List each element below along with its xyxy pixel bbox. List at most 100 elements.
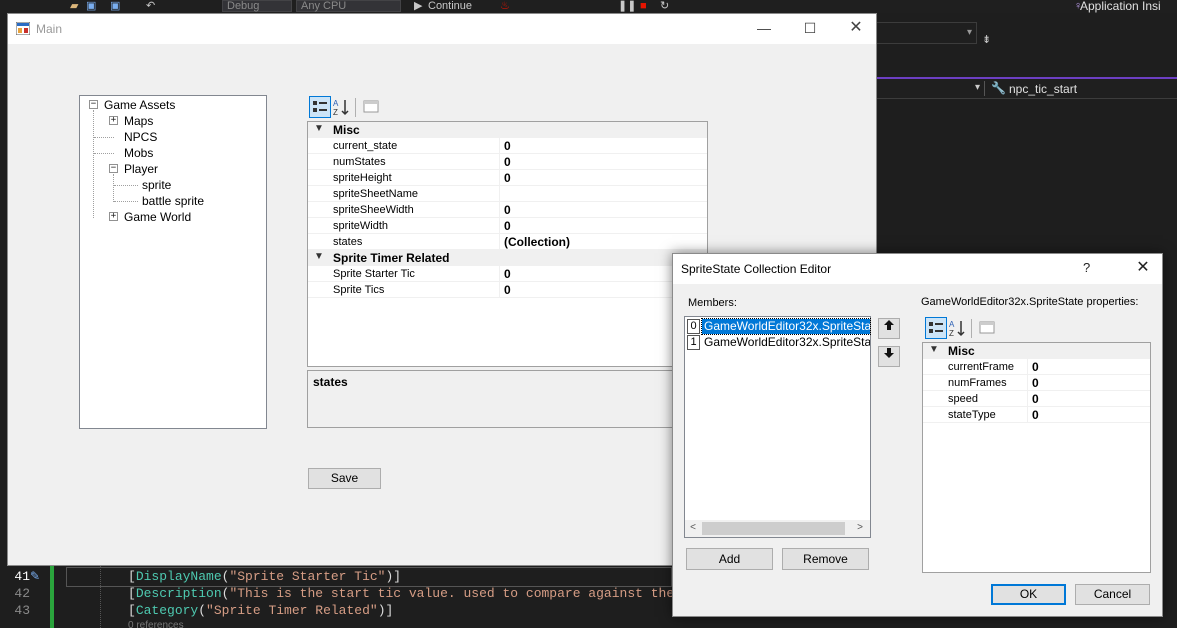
move-up-button[interactable] <box>878 318 900 339</box>
save-all-icon[interactable]: ▣ <box>110 0 120 12</box>
categorized-icon[interactable] <box>309 96 331 118</box>
indent-guide <box>100 566 101 628</box>
app-icon <box>16 22 30 35</box>
cancel-button[interactable]: Cancel <box>1075 584 1150 605</box>
pause-icon[interactable]: ❚❚ <box>618 0 636 12</box>
alphabetical-icon[interactable]: AZ <box>947 317 969 339</box>
tree-guide <box>94 153 114 154</box>
scroll-left-icon[interactable]: < <box>686 522 700 533</box>
close-icon[interactable]: ✕ <box>833 14 879 44</box>
chevron-down-icon[interactable]: ▾ <box>975 82 980 93</box>
continue-label[interactable]: Continue <box>428 0 472 12</box>
property-pages-icon[interactable] <box>976 317 998 339</box>
dialog-titlebar[interactable]: SpriteState Collection Editor ? ✕ <box>673 254 1162 284</box>
maximize-icon[interactable]: ☐ <box>787 14 833 44</box>
property-row[interactable]: currentFrame 0 <box>923 359 1150 375</box>
remove-button[interactable]: Remove <box>782 548 869 570</box>
tree-guide <box>114 201 138 202</box>
property-row[interactable]: Sprite Tics 0 <box>308 282 707 298</box>
app-insights-label[interactable]: Application Insi <box>1080 0 1161 13</box>
property-row[interactable]: spriteHeight 0 <box>308 170 707 186</box>
scroll-thumb[interactable] <box>702 522 845 535</box>
change-indicator <box>50 566 54 628</box>
categorized-icon[interactable] <box>925 317 947 339</box>
svg-text:Z: Z <box>333 108 338 117</box>
move-down-button[interactable] <box>878 346 900 367</box>
property-row[interactable]: stateType 0 <box>923 407 1150 423</box>
svg-text:A: A <box>949 320 955 329</box>
ide-navigation-bar: ▾ 🔧 npc_tic_start <box>877 79 1177 99</box>
save-icon[interactable]: ▣ <box>86 0 96 12</box>
ide-right-combo[interactable]: ▾ <box>877 22 977 44</box>
property-row[interactable]: numFrames 0 <box>923 375 1150 391</box>
property-row[interactable]: speed 0 <box>923 391 1150 407</box>
member-item[interactable]: 1 GameWorldEditor32x.SpriteState <box>687 335 870 350</box>
horizontal-scrollbar[interactable]: < > <box>685 520 870 537</box>
members-list[interactable]: 0 GameWorldEditor32x.SpriteState 1 GameW… <box>684 316 871 538</box>
property-row-states[interactable]: states (Collection) <box>308 234 707 250</box>
pencil-icon[interactable]: ✎ <box>30 569 40 583</box>
expand-icon[interactable]: + <box>109 212 118 221</box>
config-combo[interactable]: Debug <box>222 0 292 12</box>
arrow-up-icon <box>884 320 894 330</box>
platform-combo[interactable]: Any CPU <box>296 0 401 12</box>
dialog-title: SpriteState Collection Editor <box>681 262 832 276</box>
dialog-property-grid[interactable]: ▼ Misc currentFrame 0 numFrames 0 speed 0 s… <box>922 342 1151 573</box>
code-text[interactable]: [Category("Sprite Timer Related")] <box>128 603 393 618</box>
stop-icon[interactable]: ■ <box>640 0 647 12</box>
chevron-down-icon[interactable]: ▼ <box>314 123 324 134</box>
code-text[interactable]: [Description("This is the start tic valu… <box>128 586 674 601</box>
category-misc[interactable]: ▼ Misc <box>923 343 1150 359</box>
alphabetical-icon[interactable]: AZ <box>331 96 353 118</box>
dialog-property-toolbar: AZ <box>923 317 1003 339</box>
svg-text:Z: Z <box>949 329 954 338</box>
nav-member-label[interactable]: npc_tic_start <box>1009 82 1077 96</box>
member-index: 1 <box>687 335 700 350</box>
svg-text:A: A <box>333 99 339 108</box>
expand-icon[interactable]: + <box>109 116 118 125</box>
undo-icon[interactable]: ↶ <box>146 0 155 12</box>
member-item[interactable]: 0 GameWorldEditor32x.SpriteState <box>687 318 871 335</box>
property-grid[interactable]: ▼ Misc current_state 0 numStates 0 spriteH… <box>307 121 708 367</box>
window-title: Main <box>36 22 63 36</box>
open-folder-icon[interactable]: ▰ <box>70 0 78 12</box>
property-row[interactable]: current_state 0 <box>308 138 707 154</box>
properties-label: GameWorldEditor32x.SpriteState propertie… <box>921 296 1139 308</box>
property-row[interactable]: spriteSheeWidth 0 <box>308 202 707 218</box>
category-misc[interactable]: ▼ Misc <box>308 122 707 138</box>
minimize-icon[interactable]: — <box>741 14 787 44</box>
asset-tree[interactable]: − Game Assets + Maps NPCS Mobs − Player … <box>79 95 267 429</box>
ok-button[interactable]: OK <box>991 584 1066 605</box>
property-row[interactable]: spriteSheetName <box>308 186 707 202</box>
add-button[interactable]: Add <box>686 548 773 570</box>
help-icon[interactable]: ? <box>1083 260 1090 275</box>
close-icon[interactable]: ✕ <box>1125 257 1161 281</box>
hot-reload-icon[interactable]: ♨ <box>500 0 510 12</box>
restart-icon[interactable]: ↻ <box>660 0 669 12</box>
tree-guide <box>93 110 94 218</box>
continue-icon[interactable]: ▶ <box>414 0 422 12</box>
property-row[interactable]: numStates 0 <box>308 154 707 170</box>
property-row[interactable]: spriteWidth 0 <box>308 218 707 234</box>
tree-guide <box>94 137 114 138</box>
chevron-down-icon[interactable]: ▼ <box>929 344 939 355</box>
chevron-down-icon: ▾ <box>966 27 972 38</box>
main-titlebar[interactable]: Main — ☐ ✕ <box>8 14 876 44</box>
pin-icon[interactable]: ⇟ <box>982 33 991 46</box>
references-codelens[interactable]: 0 references <box>128 620 184 628</box>
chevron-down-icon[interactable]: ▼ <box>314 251 324 262</box>
member-text: GameWorldEditor32x.SpriteState <box>704 335 870 349</box>
save-button[interactable]: Save <box>308 468 381 489</box>
member-text: GameWorldEditor32x.SpriteState <box>701 318 871 335</box>
current-line-highlight <box>66 567 672 587</box>
scroll-right-icon[interactable]: > <box>853 522 867 533</box>
property-row[interactable]: Sprite Starter Tic 0 <box>308 266 707 282</box>
tree-guide <box>113 174 114 202</box>
toolbar-separator <box>971 319 972 338</box>
wrench-icon: 🔧 <box>991 81 1006 95</box>
property-pages-icon[interactable] <box>360 96 382 118</box>
collapse-icon[interactable]: − <box>109 164 118 173</box>
description-pane: states <box>307 370 708 428</box>
collapse-icon[interactable]: − <box>89 100 98 109</box>
category-sprite-timer[interactable]: ▼ Sprite Timer Related <box>308 250 707 266</box>
